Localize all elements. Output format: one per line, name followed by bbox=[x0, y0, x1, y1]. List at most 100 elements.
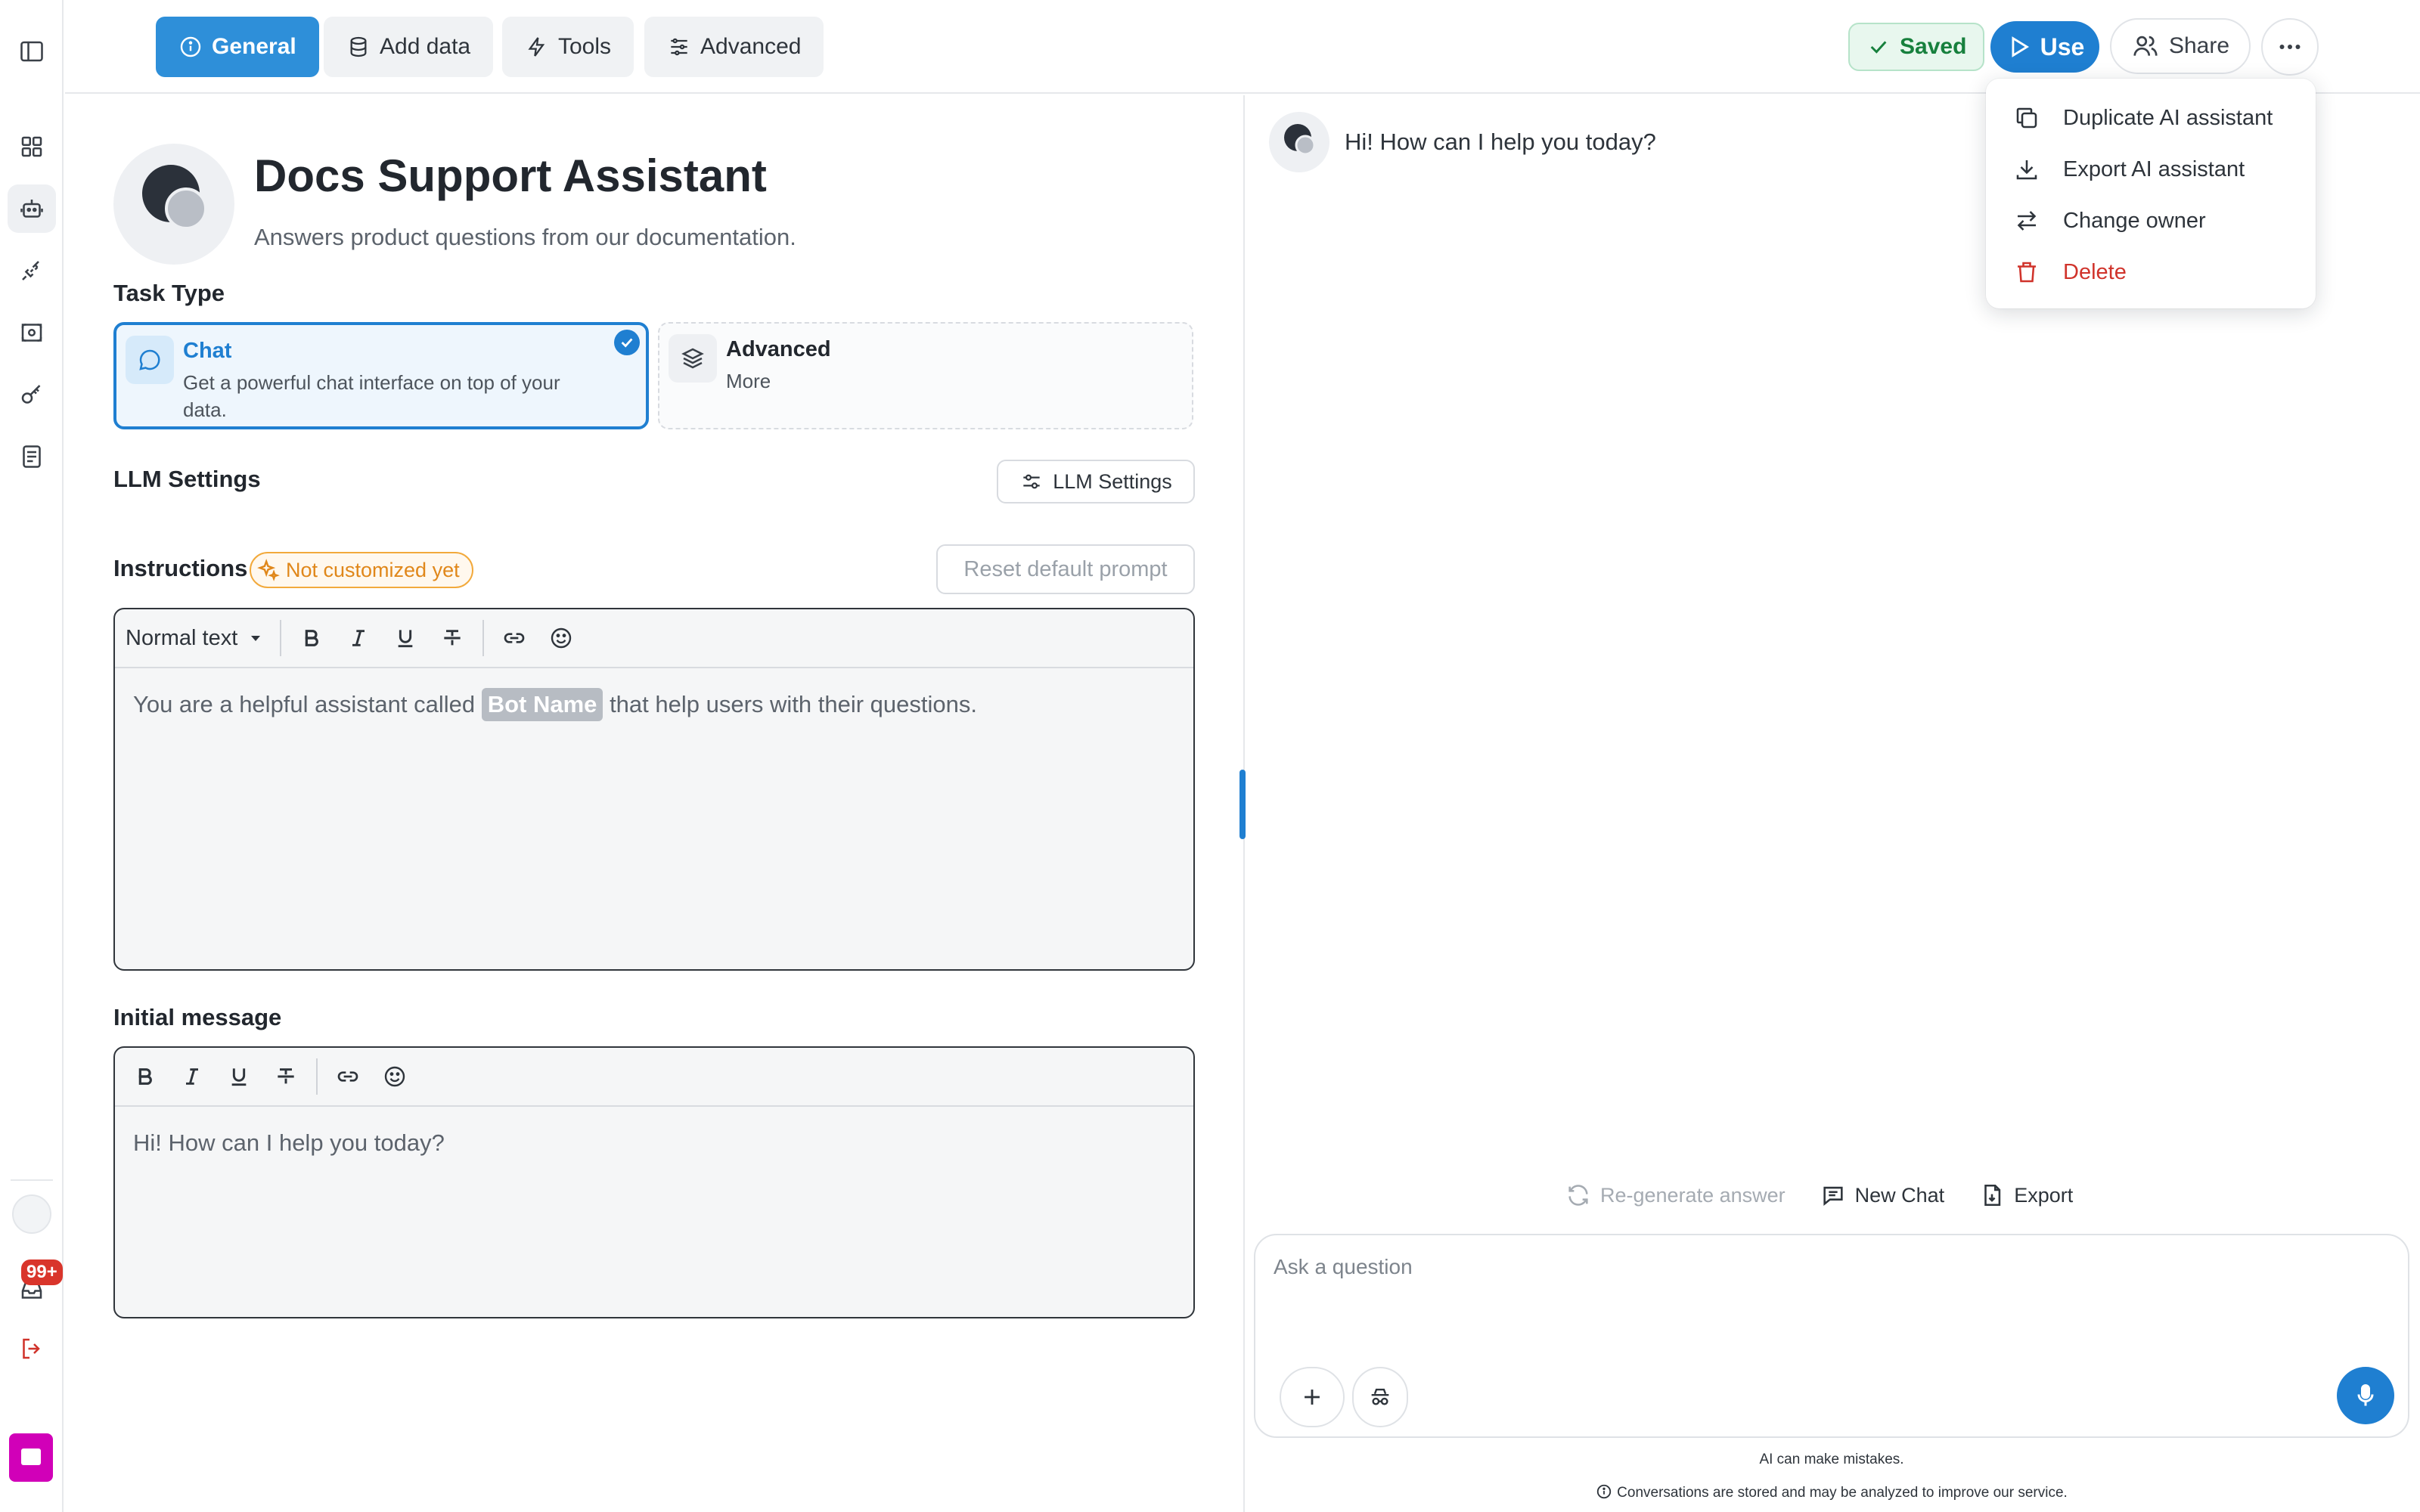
sidebar-toggle-icon[interactable] bbox=[8, 27, 56, 76]
menu-item-change-owner[interactable]: Change owner bbox=[1986, 195, 2316, 246]
chat-actions-bar: Re-generate answer New Chat Export bbox=[1565, 1182, 2073, 1208]
attach-button[interactable] bbox=[1280, 1367, 1345, 1427]
scan-icon[interactable] bbox=[8, 308, 56, 357]
underline-icon[interactable] bbox=[218, 1055, 260, 1098]
bold-icon[interactable] bbox=[290, 617, 333, 659]
grid-icon[interactable] bbox=[8, 122, 56, 171]
format-select-value: Normal text bbox=[126, 625, 238, 650]
link-icon[interactable] bbox=[327, 1055, 369, 1098]
task-type-label: Task Type bbox=[113, 280, 225, 306]
link-icon[interactable] bbox=[493, 617, 535, 659]
menu-item-export[interactable]: Export AI assistant bbox=[1986, 144, 2316, 195]
task-option-chat[interactable]: Chat Get a powerful chat interface on to… bbox=[113, 322, 649, 429]
regenerate-label: Re-generate answer bbox=[1600, 1183, 1786, 1207]
app-logo bbox=[9, 1433, 53, 1482]
new-chat-button[interactable]: New Chat bbox=[1820, 1182, 1945, 1208]
logout-icon[interactable] bbox=[8, 1325, 56, 1373]
task-option-title: Chat bbox=[183, 339, 232, 363]
tab-label: Advanced bbox=[700, 34, 802, 59]
instructions-editor: Normal text You are a helpful assistant … bbox=[113, 608, 1195, 971]
new-chat-label: New Chat bbox=[1854, 1183, 1945, 1207]
initial-message-editor: Hi! How can I help you today? bbox=[113, 1046, 1195, 1318]
not-customized-badge: Not customized yet bbox=[250, 552, 473, 588]
badge-label: Not customized yet bbox=[286, 558, 460, 581]
tab-general[interactable]: General bbox=[156, 17, 319, 77]
emoji-icon[interactable] bbox=[374, 1055, 416, 1098]
share-button[interactable]: Share bbox=[2110, 18, 2251, 74]
toolbar-divider bbox=[316, 1058, 318, 1095]
settings-sliders-icon bbox=[1023, 474, 1040, 489]
incognito-icon bbox=[1371, 1388, 1389, 1405]
tab-advanced[interactable]: Advanced bbox=[644, 17, 824, 77]
rail-divider bbox=[11, 1179, 53, 1181]
share-label: Share bbox=[2168, 33, 2230, 58]
users-icon bbox=[2133, 36, 2158, 56]
menu-item-label: Duplicate AI assistant bbox=[2063, 105, 2273, 130]
assistant-name[interactable]: Docs Support Assistant bbox=[254, 150, 767, 202]
tab-label: Add data bbox=[380, 34, 471, 59]
assistant-config-panel: Docs Support Assistant Answers product q… bbox=[65, 95, 1243, 1512]
book-icon[interactable] bbox=[8, 432, 56, 481]
user-avatar[interactable] bbox=[12, 1194, 51, 1234]
tab-label: General bbox=[212, 34, 296, 59]
italic-icon[interactable] bbox=[171, 1055, 213, 1098]
microphone-icon bbox=[2357, 1384, 2374, 1406]
play-icon bbox=[2012, 36, 2029, 57]
regenerate-answer-button[interactable]: Re-generate answer bbox=[1565, 1182, 1786, 1208]
chat-input-box[interactable]: Ask a question bbox=[1254, 1234, 2409, 1438]
reset-default-prompt-button[interactable]: Reset default prompt bbox=[936, 544, 1195, 594]
chat-bubble-icon bbox=[126, 336, 174, 384]
refresh-icon bbox=[1568, 1185, 1588, 1206]
use-button[interactable]: Use bbox=[1990, 21, 2099, 73]
text-format-select[interactable]: Normal text bbox=[124, 626, 271, 651]
incognito-button[interactable] bbox=[1352, 1367, 1408, 1427]
file-export-icon bbox=[1984, 1184, 2001, 1207]
splitter-handle[interactable] bbox=[1239, 770, 1246, 839]
tab-tools[interactable]: Tools bbox=[502, 17, 634, 77]
initial-message-text-area[interactable]: Hi! How can I help you today? bbox=[115, 1107, 1193, 1179]
more-options-button[interactable] bbox=[2261, 18, 2319, 76]
selected-check-icon bbox=[614, 330, 640, 355]
ai-disclaimer: AI can make mistakes. bbox=[1759, 1452, 1904, 1467]
bot-avatar[interactable] bbox=[113, 144, 234, 265]
key-icon[interactable] bbox=[8, 370, 56, 419]
use-label: Use bbox=[2040, 33, 2085, 60]
privacy-note: Conversations are stored and may be anal… bbox=[1254, 1483, 2409, 1501]
menu-item-label: Delete bbox=[2063, 259, 2127, 284]
menu-item-duplicate[interactable]: Duplicate AI assistant bbox=[1986, 92, 2316, 144]
tab-add-data[interactable]: Add data bbox=[324, 17, 494, 77]
emoji-icon[interactable] bbox=[540, 617, 582, 659]
swap-icon bbox=[2017, 211, 2037, 231]
toolbar-divider bbox=[280, 620, 282, 656]
task-option-advanced[interactable]: Advanced More bbox=[658, 322, 1193, 429]
database-icon bbox=[350, 36, 367, 57]
info-icon bbox=[1597, 1484, 1612, 1499]
bold-icon[interactable] bbox=[124, 1055, 166, 1098]
plug-icon[interactable] bbox=[8, 246, 56, 295]
strikethrough-icon[interactable] bbox=[431, 617, 473, 659]
sliders-icon bbox=[671, 38, 687, 56]
menu-item-delete[interactable]: Delete bbox=[1986, 246, 2316, 298]
lightning-icon bbox=[528, 37, 545, 57]
italic-icon[interactable] bbox=[337, 617, 380, 659]
strikethrough-icon[interactable] bbox=[265, 1055, 307, 1098]
notification-badge: 99+ bbox=[21, 1259, 63, 1285]
check-icon bbox=[1870, 41, 1887, 54]
saved-status-badge: Saved bbox=[1848, 23, 1985, 71]
bot-name-variable-chip[interactable]: Bot Name bbox=[481, 688, 603, 721]
llm-settings-button[interactable]: LLM Settings bbox=[997, 460, 1195, 503]
copy-icon bbox=[2016, 107, 2037, 129]
assistant-description[interactable]: Answers product questions from our docum… bbox=[254, 224, 796, 251]
underline-icon[interactable] bbox=[384, 617, 427, 659]
instructions-text-before: You are a helpful assistant called bbox=[133, 691, 476, 717]
instructions-text-area[interactable]: You are a helpful assistant called Bot N… bbox=[115, 668, 1193, 741]
layers-icon bbox=[669, 334, 717, 383]
llm-settings-label: LLM Settings bbox=[113, 466, 261, 492]
more-horizontal-icon bbox=[2279, 45, 2301, 49]
export-chat-button[interactable]: Export bbox=[1979, 1182, 2073, 1208]
info-circle-icon bbox=[180, 36, 201, 57]
robot-icon[interactable] bbox=[8, 184, 56, 233]
task-option-subtitle: Get a powerful chat interface on top of … bbox=[183, 371, 560, 421]
microphone-button[interactable] bbox=[2337, 1367, 2394, 1424]
saved-label: Saved bbox=[1900, 34, 1967, 59]
